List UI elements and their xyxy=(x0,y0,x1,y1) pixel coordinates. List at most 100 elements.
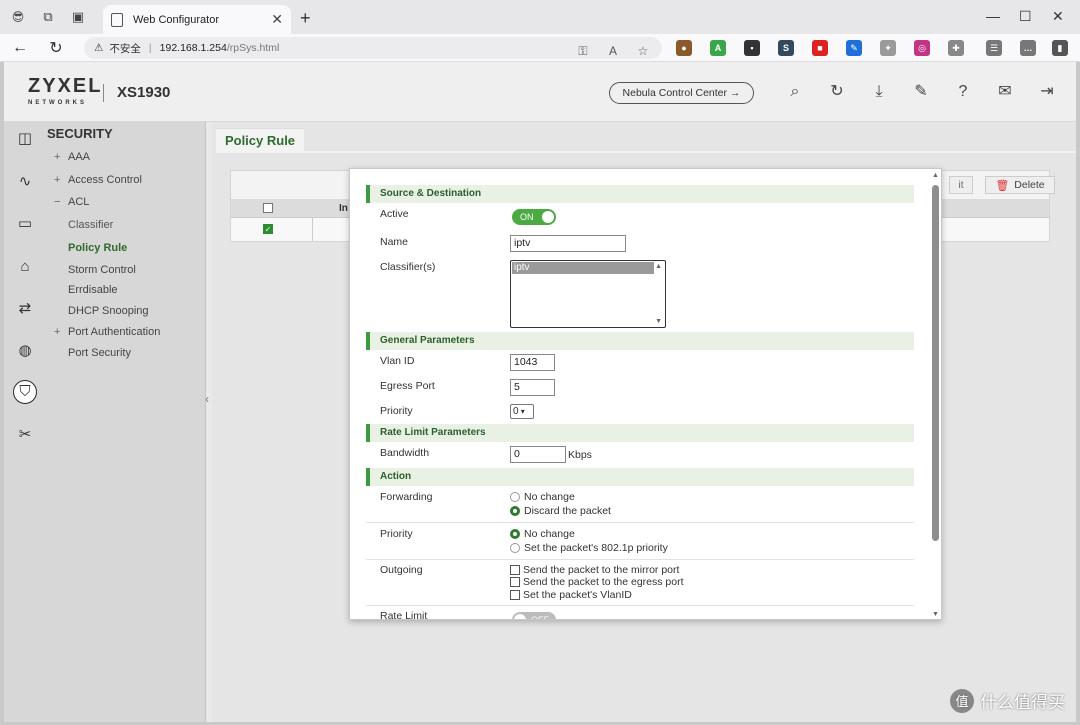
extension-s-icon[interactable]: S xyxy=(778,40,794,56)
extension-red-icon[interactable]: ■ xyxy=(812,40,828,56)
maximize-icon[interactable]: ☐ xyxy=(1019,8,1032,25)
extension-android-icon[interactable]: A xyxy=(710,40,726,56)
outgoing-egress-checkbox[interactable]: Send the packet to the egress port xyxy=(510,576,684,588)
url-path: /rpSys.html xyxy=(226,42,280,54)
system-icon[interactable]: ▭ xyxy=(14,213,36,235)
menu-item-port-security[interactable]: Port Security xyxy=(68,347,131,359)
refresh-icon[interactable]: ↻ xyxy=(827,82,847,102)
save-config-icon[interactable]: ⤓ xyxy=(869,82,889,102)
radio-circle-selected xyxy=(510,529,520,539)
reload-icon[interactable]: ↻ xyxy=(46,38,66,58)
close-window-icon[interactable]: ✕ xyxy=(1052,8,1064,25)
menu-title: SECURITY xyxy=(47,126,113,141)
scroll-up-arrow-icon[interactable]: ▲ xyxy=(932,172,939,179)
maintenance-icon[interactable]: ✎ xyxy=(911,82,931,102)
scroll-down-icon[interactable]: ▼ xyxy=(655,318,662,325)
feedback-icon[interactable]: ✉ xyxy=(995,82,1015,102)
menu-item-policy-rule[interactable]: Policy Rule xyxy=(68,242,127,254)
url-bar[interactable]: ⚠ 不安全 | 192.168.1.254 /rpSys.html ⚿ A ☆ xyxy=(84,37,662,59)
back-icon[interactable]: ← xyxy=(10,39,30,57)
security-label: 不安全 xyxy=(109,42,141,55)
more-menu-icon[interactable]: … xyxy=(1020,40,1036,56)
watermark-logo-icon: 值 xyxy=(950,688,974,713)
priority-set-8021p-radio[interactable]: Set the packet's 802.1p priority xyxy=(510,542,668,554)
tools-icon[interactable]: ✂ xyxy=(14,424,36,446)
extension-wrench-icon[interactable]: ✎ xyxy=(846,40,862,56)
rate-limit-toggle[interactable]: OFF xyxy=(512,612,556,620)
checkbox-box xyxy=(510,577,520,587)
menu-item-errdisable[interactable]: Errdisable xyxy=(68,284,118,296)
page-tab-policy-rule[interactable]: Policy Rule xyxy=(216,128,304,152)
rate-limit-toggle-state: OFF xyxy=(531,615,549,620)
scrollbar-thumb[interactable] xyxy=(932,185,939,541)
edit-button[interactable]: it xyxy=(949,176,973,194)
priority-select[interactable]: 0 ▾ xyxy=(510,404,534,419)
menu-item-acl[interactable]: − ACL xyxy=(54,196,89,208)
outgoing-set-vlanid-checkbox[interactable]: Set the packet's VlanID xyxy=(510,589,632,601)
vlan-id-input[interactable]: 1043 xyxy=(510,354,555,371)
name-input[interactable]: iptv xyxy=(510,235,626,252)
close-tab-icon[interactable]: ✕ xyxy=(271,11,283,28)
monitor-icon[interactable]: ∿ xyxy=(14,171,36,193)
logout-icon[interactable]: ⇥ xyxy=(1037,82,1057,102)
forwarding-no-change-radio[interactable]: No change xyxy=(510,491,575,503)
collapse-menu-icon[interactable]: ‹ xyxy=(205,392,209,406)
new-tab-icon[interactable]: + xyxy=(300,8,311,29)
network-icon[interactable]: ⌂ xyxy=(14,256,36,278)
section-general-parameters: General Parameters xyxy=(366,332,914,350)
menu-item-storm-control[interactable]: Storm Control xyxy=(68,264,136,276)
select-all-checkbox[interactable] xyxy=(263,203,273,213)
minimize-icon[interactable]: — xyxy=(986,8,1000,24)
device-model: XS1930 xyxy=(117,84,171,101)
egress-port-input[interactable]: 5 xyxy=(510,379,555,396)
extension-cookie-icon[interactable]: ● xyxy=(676,40,692,56)
delete-label: Delete xyxy=(1014,179,1045,191)
key-icon[interactable]: ⚿ xyxy=(572,40,594,62)
scroll-down-arrow-icon[interactable]: ▼ xyxy=(932,611,939,618)
search-icon[interactable]: ⌕ xyxy=(785,82,805,102)
extensions-icon[interactable]: ✚ xyxy=(948,40,964,56)
read-aloud-icon[interactable]: A xyxy=(602,40,624,62)
extension-puzzle-gray-icon[interactable]: ✦ xyxy=(880,40,896,56)
priority-no-change-radio[interactable]: No change xyxy=(510,528,575,540)
dialog-scrollbar[interactable]: ▲ ▼ xyxy=(930,169,941,619)
globe-icon[interactable]: ◍ xyxy=(14,340,36,362)
dashboard-icon[interactable]: ◫ xyxy=(14,128,36,150)
section-action: Action xyxy=(366,468,914,486)
scroll-up-icon[interactable]: ▲ xyxy=(655,263,662,270)
classifier-listbox[interactable]: iptv ▲ ▼ xyxy=(510,260,666,328)
row-divider xyxy=(366,559,914,560)
outgoing-mirror-checkbox[interactable]: Send the packet to the mirror port xyxy=(510,564,679,576)
dialog-content: Source & Destination Active ON Name iptv… xyxy=(350,169,930,620)
security-shield-icon[interactable]: ⛉ xyxy=(13,380,37,404)
browser-tab[interactable]: Web Configurator ✕ xyxy=(103,5,291,34)
menu-item-aaa[interactable]: + AAA xyxy=(54,151,90,163)
nebula-control-center-button[interactable]: Nebula Control Center → xyxy=(609,82,754,104)
active-toggle[interactable]: ON xyxy=(512,209,556,225)
classifier-option[interactable]: iptv xyxy=(512,262,654,274)
warning-icon: ⚠ xyxy=(94,42,104,54)
menu-item-dhcp-snooping[interactable]: DHCP Snooping xyxy=(68,305,149,317)
collections-icon[interactable]: ⧉ xyxy=(40,9,56,25)
favorites-list-icon[interactable]: ☰ xyxy=(986,40,1002,56)
help-icon[interactable]: ? xyxy=(953,82,973,102)
trash-icon: 🗑 xyxy=(995,179,1010,192)
row-checkbox[interactable]: ✓ xyxy=(263,224,273,234)
profile-avatar-icon[interactable]: 😎 xyxy=(10,9,26,25)
extension-box-icon[interactable]: ▪ xyxy=(744,40,760,56)
policy-rule-edit-dialog: Source & Destination Active ON Name iptv… xyxy=(349,168,942,620)
forwarding-discard-radio[interactable]: Discard the packet xyxy=(510,505,611,517)
tab-underline xyxy=(216,151,1076,153)
menu-item-access-control[interactable]: + Access Control xyxy=(54,174,142,186)
menu-item-port-authentication[interactable]: + Port Authentication xyxy=(54,326,160,338)
favorite-star-icon[interactable]: ☆ xyxy=(632,40,654,62)
switching-icon[interactable]: ⇄ xyxy=(14,298,36,320)
menu-item-classifier[interactable]: Classifier xyxy=(68,219,113,231)
delete-button[interactable]: 🗑 Delete xyxy=(985,176,1055,194)
bandwidth-input[interactable]: 0 xyxy=(510,446,566,463)
extension-instagram-icon[interactable]: ◎ xyxy=(914,40,930,56)
index-column-header: In xyxy=(339,203,348,214)
sidebar-toggle-icon[interactable]: ▮ xyxy=(1052,40,1068,56)
brand-name: ZYXEL xyxy=(28,75,103,97)
tab-actions-icon[interactable]: ▣ xyxy=(70,9,86,25)
